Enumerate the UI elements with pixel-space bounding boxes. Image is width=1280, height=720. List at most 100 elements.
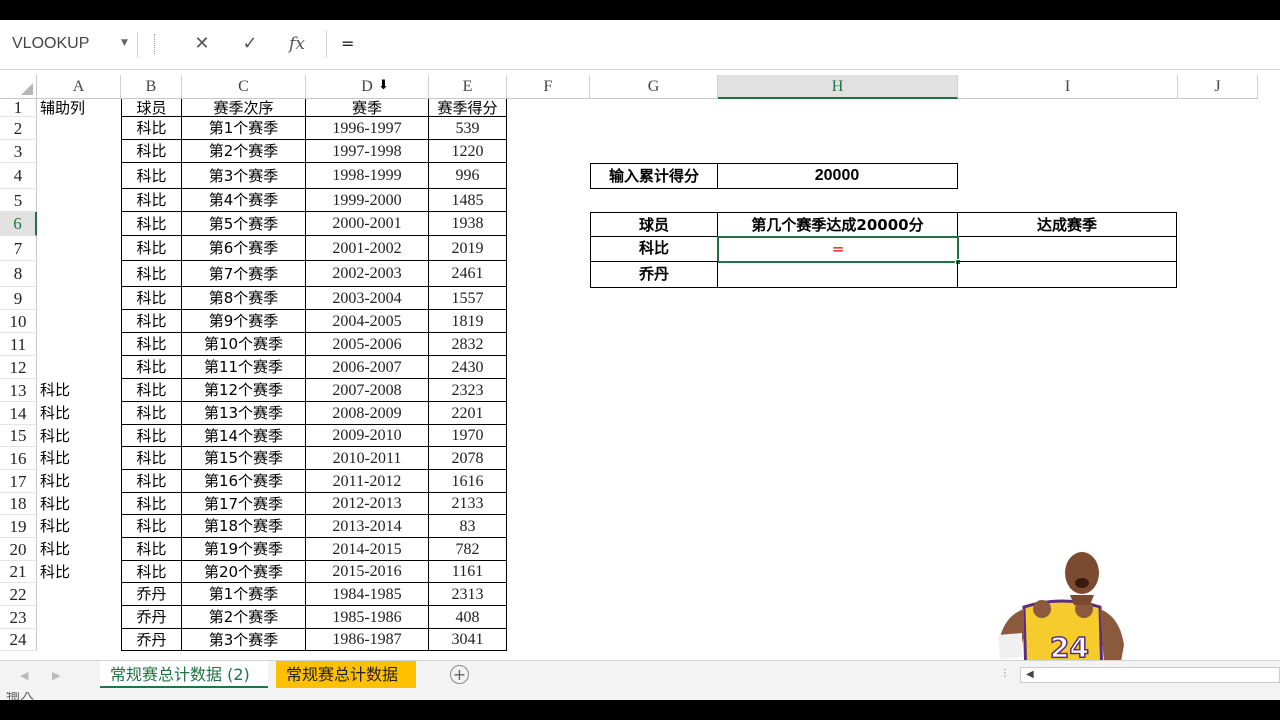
- points-cell[interactable]: 2430: [429, 356, 507, 379]
- season-no-cell[interactable]: 第2个赛季: [182, 140, 306, 163]
- column-header-i[interactable]: I: [958, 75, 1178, 99]
- row-header-7[interactable]: 7: [0, 236, 37, 261]
- season-cell[interactable]: 1984-1985: [306, 583, 429, 606]
- active-cell[interactable]: =: [717, 236, 961, 265]
- row-header-4[interactable]: 4: [0, 163, 37, 189]
- season-cell[interactable]: 2007-2008: [306, 379, 429, 402]
- points-cell[interactable]: 2323: [429, 379, 507, 402]
- player-jordan-cell[interactable]: 乔丹: [590, 261, 718, 288]
- header-player-cell[interactable]: 球员: [590, 212, 718, 237]
- row-header-3[interactable]: 3: [0, 140, 37, 163]
- input-value-cell[interactable]: 20000: [717, 163, 958, 189]
- points-cell[interactable]: 83: [429, 515, 507, 538]
- input-label-cell[interactable]: 输入累计得分: [590, 163, 718, 189]
- points-cell[interactable]: 2078: [429, 447, 507, 470]
- tab-sheet-1[interactable]: 常规赛总计数据 (2): [100, 661, 268, 688]
- points-cell[interactable]: 2461: [429, 261, 507, 287]
- player-cell[interactable]: 科比: [121, 333, 182, 356]
- points-cell[interactable]: 1161: [429, 561, 507, 583]
- row-header-6[interactable]: 6: [0, 212, 37, 236]
- helper-cell[interactable]: 科比: [37, 379, 121, 402]
- season-no-cell[interactable]: 第15个赛季: [182, 447, 306, 470]
- player-cell[interactable]: 科比: [121, 163, 182, 189]
- helper-cell[interactable]: 科比: [37, 447, 121, 470]
- season-no-cell[interactable]: 第14个赛季: [182, 425, 306, 447]
- header-helper-cell[interactable]: 辅助列: [37, 99, 121, 117]
- season-cell[interactable]: 2012-2013: [306, 493, 429, 515]
- row-header-15[interactable]: 15: [0, 425, 37, 447]
- season-cell[interactable]: 2014-2015: [306, 538, 429, 561]
- season-cell[interactable]: 2003-2004: [306, 287, 429, 310]
- season-no-cell[interactable]: 第18个赛季: [182, 515, 306, 538]
- select-all-button[interactable]: [0, 75, 37, 99]
- season-no-cell[interactable]: 第2个赛季: [182, 606, 306, 629]
- season-no-cell[interactable]: 第7个赛季: [182, 261, 306, 287]
- player-cell[interactable]: 科比: [121, 493, 182, 515]
- player-cell[interactable]: 科比: [121, 356, 182, 379]
- points-cell[interactable]: 3041: [429, 629, 507, 651]
- row-header-1[interactable]: 1: [0, 99, 37, 117]
- season-no-cell[interactable]: 第16个赛季: [182, 470, 306, 493]
- season-cell[interactable]: 2000-2001: [306, 212, 429, 236]
- row-header-16[interactable]: 16: [0, 447, 37, 470]
- row-header-2[interactable]: 2: [0, 117, 37, 140]
- points-cell[interactable]: 1485: [429, 189, 507, 212]
- jordan-season-cell[interactable]: [957, 261, 1177, 288]
- points-cell[interactable]: 2313: [429, 583, 507, 606]
- player-cell[interactable]: 科比: [121, 425, 182, 447]
- points-cell[interactable]: 539: [429, 117, 507, 140]
- season-cell[interactable]: 1996-1997: [306, 117, 429, 140]
- column-header-g[interactable]: G: [590, 75, 718, 99]
- enter-icon[interactable]: ✓: [237, 30, 263, 58]
- horizontal-scrollbar[interactable]: ◀: [1020, 667, 1280, 683]
- tab-scroll-left-icon[interactable]: ◀: [20, 669, 28, 682]
- season-no-cell[interactable]: 第9个赛季: [182, 310, 306, 333]
- season-no-cell[interactable]: 第20个赛季: [182, 561, 306, 583]
- row-header-23[interactable]: 23: [0, 606, 37, 629]
- season-no-cell[interactable]: 第5个赛季: [182, 212, 306, 236]
- points-cell[interactable]: 996: [429, 163, 507, 189]
- formula-input[interactable]: =: [326, 30, 1280, 58]
- player-cell[interactable]: 科比: [121, 402, 182, 425]
- points-cell[interactable]: 2133: [429, 493, 507, 515]
- player-cell[interactable]: 科比: [121, 287, 182, 310]
- jordan-nth-season-cell[interactable]: [717, 261, 958, 288]
- season-cell[interactable]: 2015-2016: [306, 561, 429, 583]
- season-cell[interactable]: 1998-1999: [306, 163, 429, 189]
- row-header-11[interactable]: 11: [0, 333, 37, 356]
- helper-cell[interactable]: 科比: [37, 470, 121, 493]
- header-player-col-cell[interactable]: 球员: [121, 99, 182, 117]
- season-no-cell[interactable]: 第3个赛季: [182, 163, 306, 189]
- row-header-21[interactable]: 21: [0, 561, 37, 583]
- season-cell[interactable]: 2004-2005: [306, 310, 429, 333]
- helper-cell[interactable]: 科比: [37, 538, 121, 561]
- name-box[interactable]: VLOOKUP ▼: [0, 32, 138, 58]
- header-season-col-cell[interactable]: 赛季: [306, 99, 429, 117]
- row-header-13[interactable]: 13: [0, 379, 37, 402]
- splitter-handle-icon[interactable]: ⋮: [1000, 668, 1010, 679]
- column-header-b[interactable]: B: [121, 75, 182, 99]
- player-cell[interactable]: 科比: [121, 117, 182, 140]
- helper-cell[interactable]: 科比: [37, 561, 121, 583]
- points-cell[interactable]: 2832: [429, 333, 507, 356]
- header-season-cell[interactable]: 达成赛季: [957, 212, 1177, 237]
- season-no-cell[interactable]: 第4个赛季: [182, 189, 306, 212]
- points-cell[interactable]: 1819: [429, 310, 507, 333]
- row-header-18[interactable]: 18: [0, 493, 37, 515]
- points-cell[interactable]: 408: [429, 606, 507, 629]
- season-no-cell[interactable]: 第17个赛季: [182, 493, 306, 515]
- player-cell[interactable]: 科比: [121, 261, 182, 287]
- player-cell[interactable]: 科比: [121, 538, 182, 561]
- season-cell[interactable]: 2008-2009: [306, 402, 429, 425]
- row-header-12[interactable]: 12: [0, 356, 37, 379]
- season-cell[interactable]: 2001-2002: [306, 236, 429, 261]
- points-cell[interactable]: 1970: [429, 425, 507, 447]
- row-header-24[interactable]: 24: [0, 629, 37, 651]
- player-cell[interactable]: 科比: [121, 140, 182, 163]
- helper-cell[interactable]: 科比: [37, 425, 121, 447]
- chevron-down-icon[interactable]: ▼: [121, 38, 128, 48]
- player-cell[interactable]: 科比: [121, 447, 182, 470]
- season-cell[interactable]: 2009-2010: [306, 425, 429, 447]
- player-cell[interactable]: 科比: [121, 515, 182, 538]
- scroll-left-icon[interactable]: ◀: [1026, 669, 1034, 680]
